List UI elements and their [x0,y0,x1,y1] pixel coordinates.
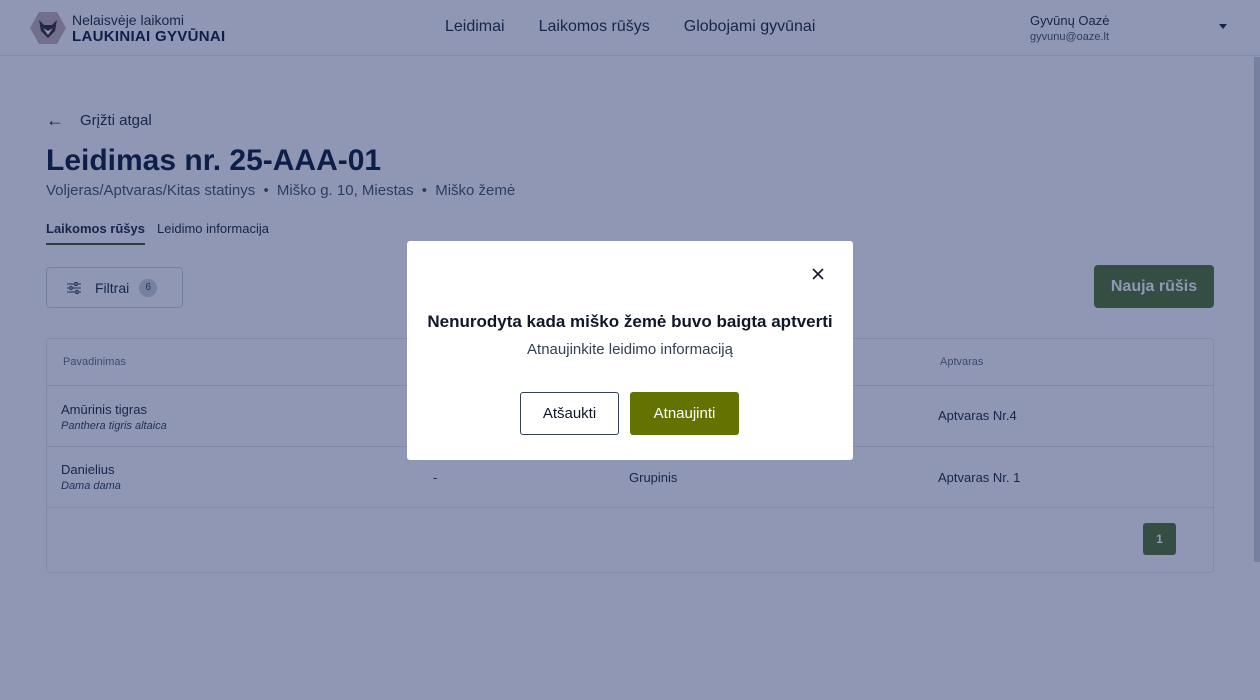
cancel-button[interactable]: Atšaukti [520,392,619,435]
dialog-message: Atnaujinkite leidimo informaciją [527,341,733,358]
warning-dialog: Nenurodyta kada miško žemė buvo baigta a… [407,241,853,460]
dialog-title: Nenurodyta kada miško žemė buvo baigta a… [427,312,833,331]
close-icon[interactable] [811,267,825,281]
update-button[interactable]: Atnaujinti [630,392,739,435]
